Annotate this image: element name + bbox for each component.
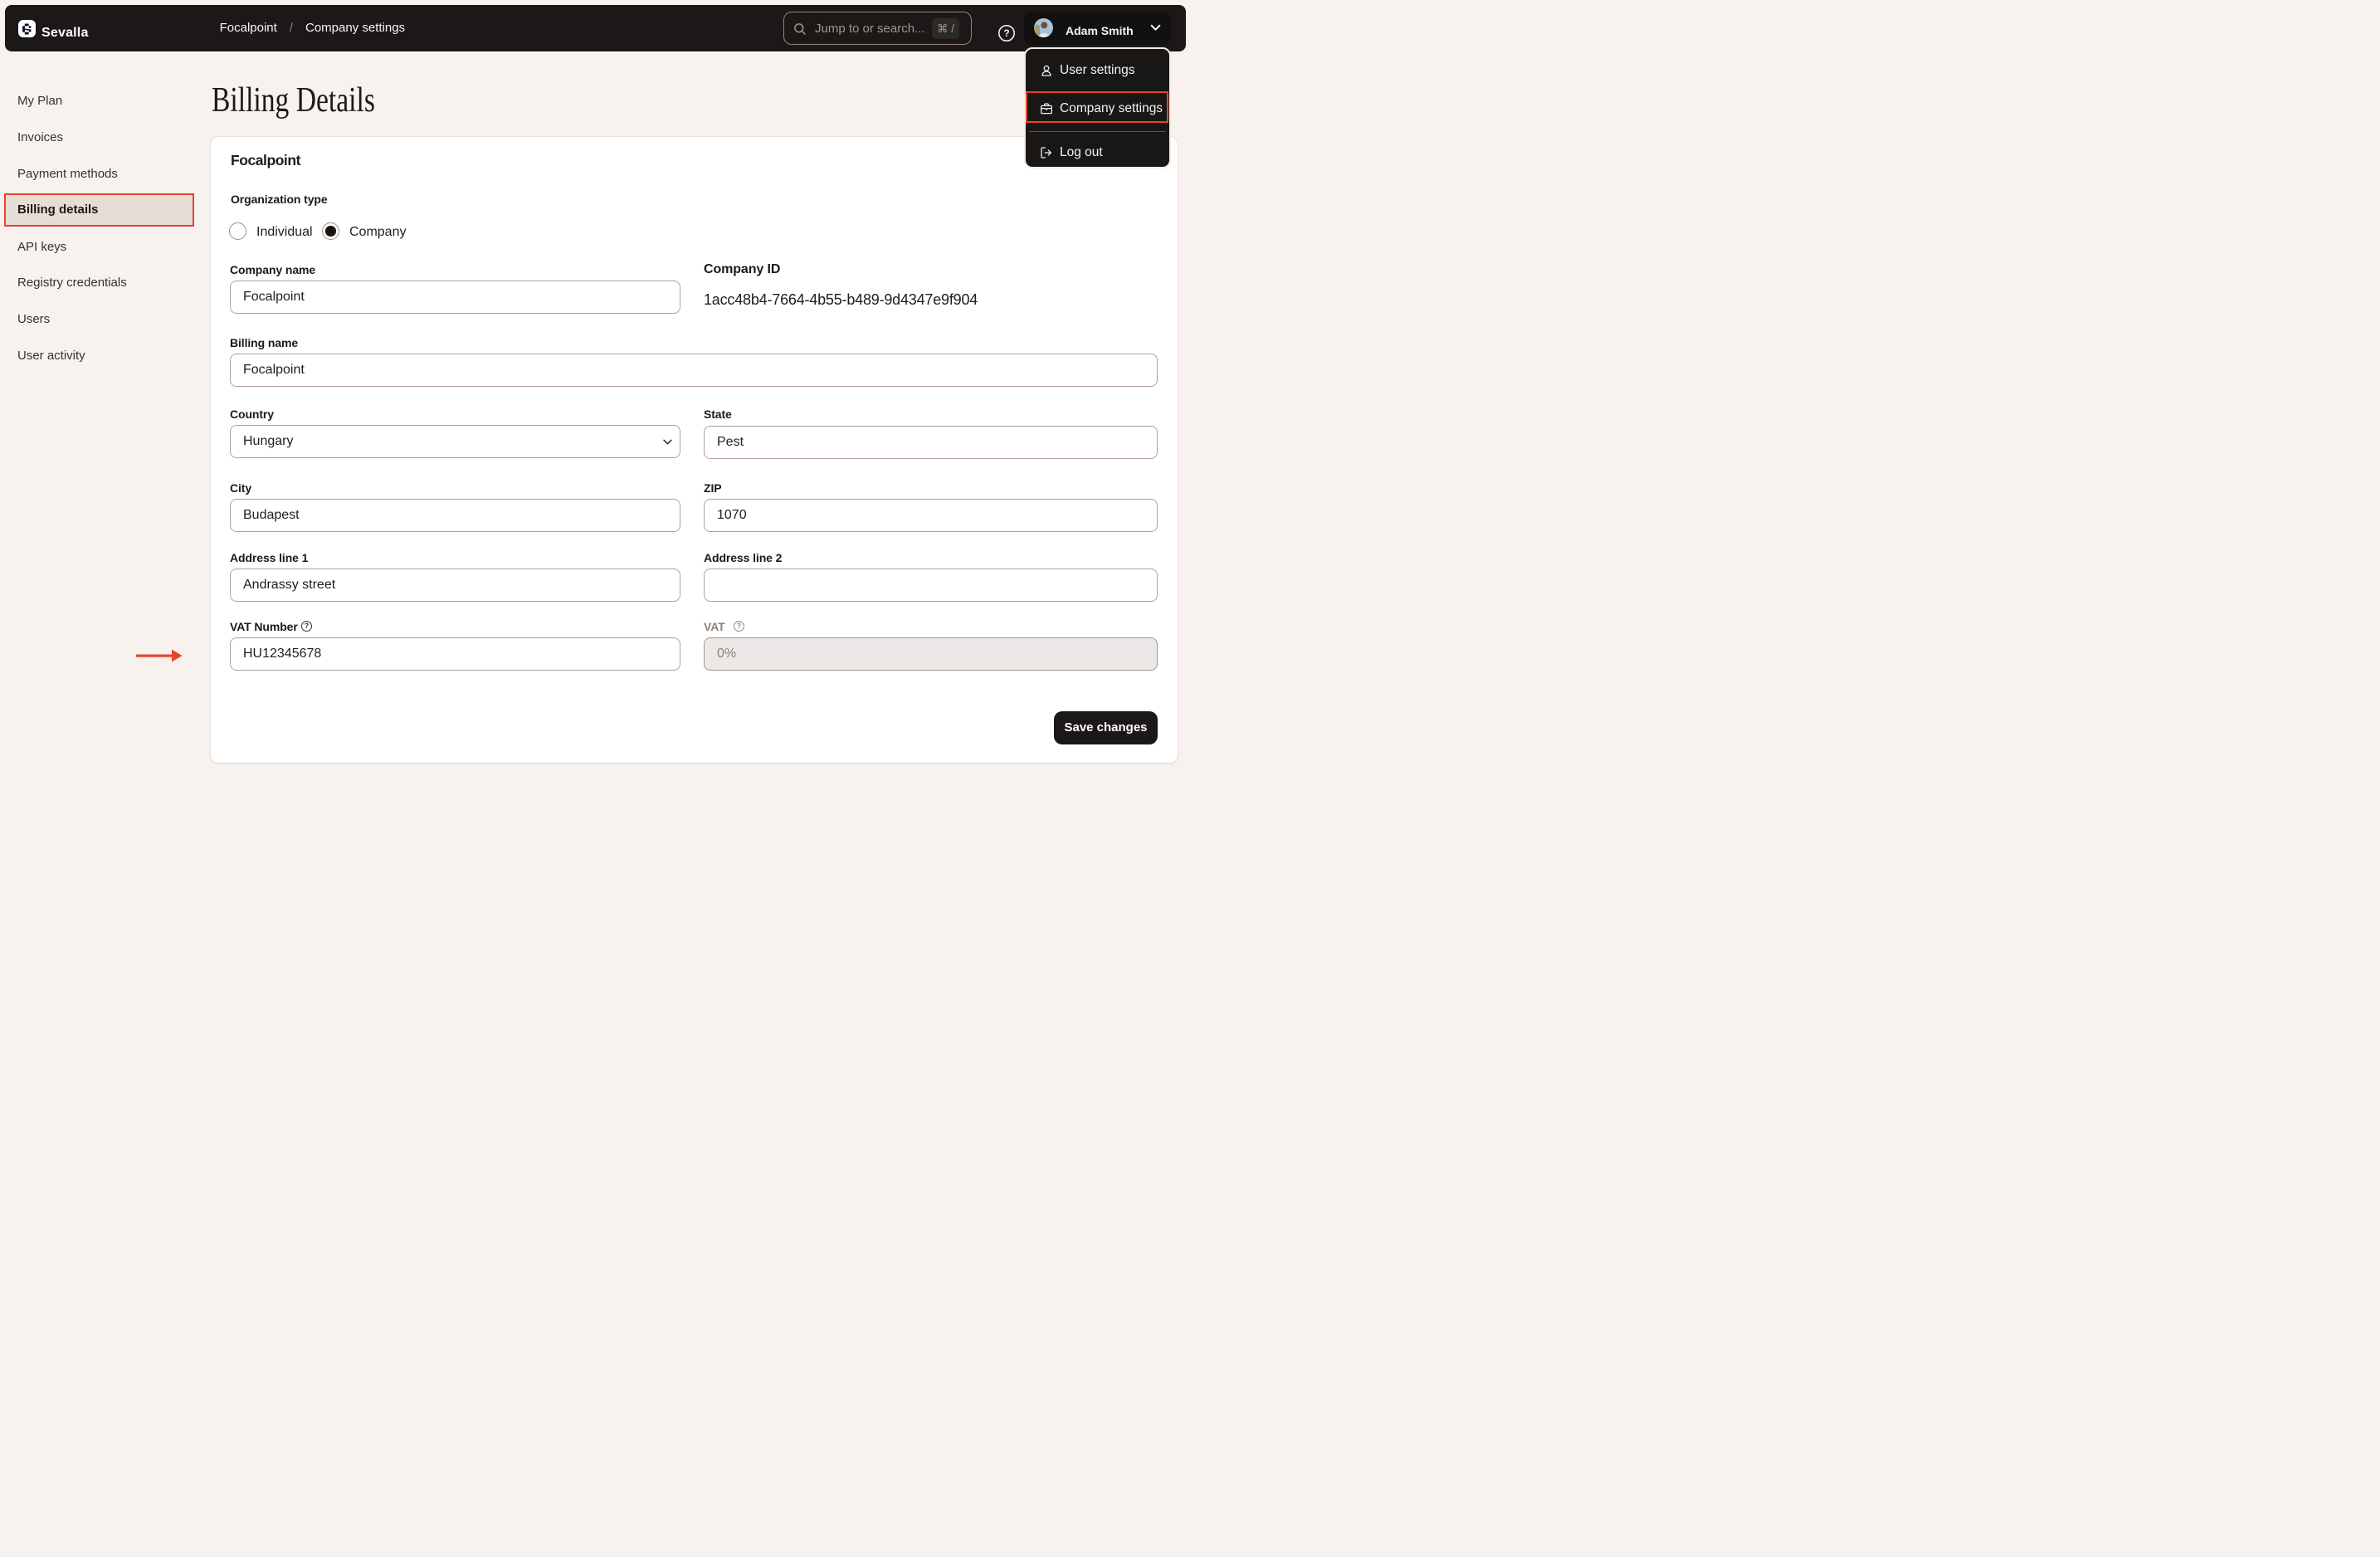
svg-text:?: ? — [1003, 27, 1009, 39]
